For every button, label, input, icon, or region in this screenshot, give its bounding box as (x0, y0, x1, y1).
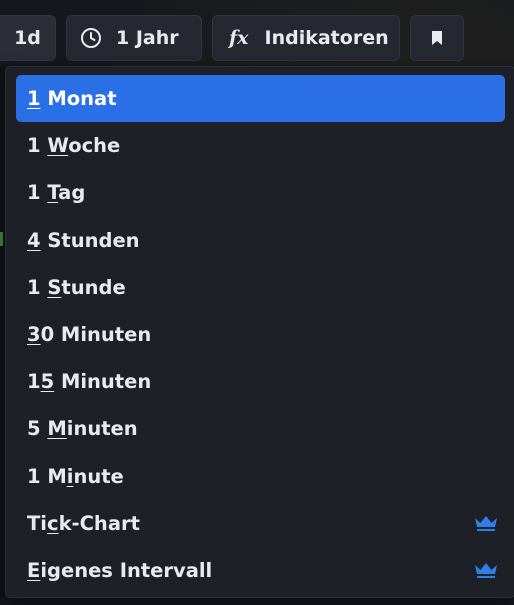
label-prefix: 1 (27, 181, 48, 205)
clock-icon (81, 28, 101, 48)
label-suffix: Minuten (54, 370, 152, 394)
bookmark-button[interactable] (410, 15, 464, 61)
shortcut-letter: T (47, 181, 59, 205)
label-prefix: 1 (27, 370, 41, 394)
shortcut-letter: M (47, 417, 67, 441)
shortcut-letter: E (27, 558, 41, 582)
bookmark-icon (432, 31, 442, 45)
indicators-button[interactable]: fx Indikatoren (212, 15, 400, 61)
range-button[interactable]: 1 Jahr (66, 15, 202, 61)
crown-icon (475, 516, 497, 532)
label-suffix: ag (58, 181, 86, 205)
interval-dropdown-menu: 1 Monat 1 Woche 1 Tag 4 Stunden 1 Stunde 30 M… (5, 66, 514, 598)
label-prefix: Ti (27, 511, 47, 535)
label-prefix: 5 (27, 417, 48, 441)
shortcut-letter: 5 (40, 370, 55, 394)
shortcut-letter: 4 (27, 228, 41, 252)
price-marker (0, 232, 3, 246)
shortcut-letter: c (47, 511, 59, 535)
interval-option[interactable]: 30 Minuten (16, 311, 505, 358)
interval-option[interactable]: Eigenes Intervall (16, 547, 505, 594)
interval-option[interactable]: 1 Minute (16, 453, 505, 500)
label-suffix: Monat (40, 87, 117, 111)
interval-option-label: 1 Tag (27, 181, 85, 204)
interval-option-label: 4 Stunden (27, 229, 140, 252)
crown-icon (475, 563, 497, 579)
chart-toolbar: 1d 1 Jahr fx Indikatoren (0, 14, 464, 62)
range-button-label: 1 Jahr (116, 27, 179, 49)
label-suffix: oche (68, 134, 121, 158)
fx-icon: fx (229, 27, 249, 49)
label-prefix: 1 M (27, 464, 67, 488)
shortcut-letter: W (47, 134, 69, 158)
label-prefix: 1 (27, 134, 48, 158)
shortcut-letter: 1 (27, 87, 41, 111)
interval-option-label: 1 Minute (27, 465, 124, 488)
interval-option[interactable]: 5 Minuten (16, 405, 505, 452)
interval-button-label: 1d (14, 27, 41, 49)
label-prefix: 1 (27, 275, 48, 299)
interval-option-label: 1 Woche (27, 134, 120, 157)
interval-option[interactable]: 1 Stunde (16, 264, 505, 311)
shortcut-letter: 3 (27, 323, 41, 347)
interval-option[interactable]: 1 Woche (16, 122, 505, 169)
label-suffix: inuten (66, 417, 138, 441)
indicators-button-label: Indikatoren (264, 27, 389, 49)
chart-background: 1d 1 Jahr fx Indikatoren 1 Monat 1 Woche 1… (0, 0, 514, 605)
interval-option[interactable]: 1 Tag (16, 169, 505, 216)
interval-option-label: 30 Minuten (27, 323, 151, 346)
shortcut-letter: S (47, 275, 62, 299)
interval-option-label: Eigenes Intervall (27, 559, 212, 582)
label-suffix: 0 Minuten (40, 323, 152, 347)
interval-option-label: 15 Minuten (27, 370, 151, 393)
label-suffix: igenes Intervall (40, 558, 213, 582)
interval-option[interactable]: 15 Minuten (16, 358, 505, 405)
label-suffix: Stunden (40, 228, 140, 252)
interval-option[interactable]: 4 Stunden (16, 217, 505, 264)
interval-option-label: Tick-Chart (27, 512, 140, 535)
interval-option-label: 1 Stunde (27, 276, 126, 299)
label-suffix: tunde (61, 275, 126, 299)
interval-option-label: 5 Minuten (27, 417, 138, 440)
interval-button[interactable]: 1d (0, 15, 56, 61)
interval-option-label: 1 Monat (27, 87, 117, 110)
interval-option[interactable]: Tick-Chart (16, 500, 505, 547)
label-suffix: k-Chart (58, 511, 140, 535)
label-suffix: nute (73, 464, 124, 488)
interval-option[interactable]: 1 Monat (16, 75, 505, 123)
